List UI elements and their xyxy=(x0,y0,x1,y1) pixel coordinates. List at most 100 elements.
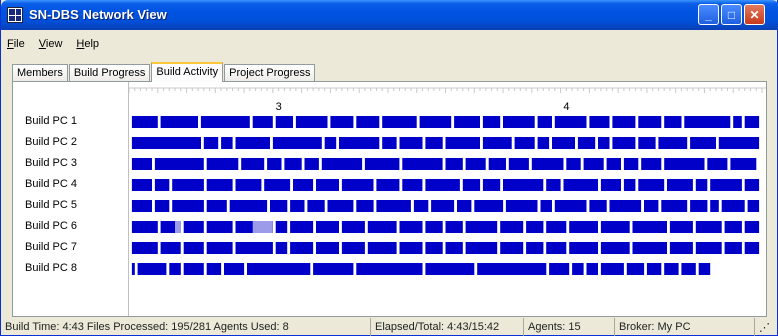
activity-block[interactable] xyxy=(172,179,204,191)
activity-block[interactable] xyxy=(508,158,529,170)
activity-block[interactable] xyxy=(609,200,642,212)
activity-block[interactable] xyxy=(646,263,662,275)
activity-block[interactable] xyxy=(431,200,455,212)
activity-block[interactable] xyxy=(235,137,271,149)
activity-block[interactable] xyxy=(724,242,742,254)
menu-view[interactable]: View xyxy=(37,38,65,54)
activity-block[interactable] xyxy=(224,263,245,275)
activity-block[interactable] xyxy=(154,158,204,170)
activity-block[interactable] xyxy=(445,158,463,170)
activity-block[interactable] xyxy=(324,137,337,149)
activity-block[interactable] xyxy=(710,200,719,212)
activity-block[interactable] xyxy=(707,158,728,170)
activity-block[interactable] xyxy=(169,263,181,275)
highlighted-block[interactable] xyxy=(175,221,181,233)
activity-block[interactable] xyxy=(339,137,380,149)
activity-block[interactable] xyxy=(546,221,567,233)
activity-block[interactable] xyxy=(272,137,322,149)
activity-block[interactable] xyxy=(290,242,314,254)
activity-block[interactable] xyxy=(425,242,443,254)
activity-block[interactable] xyxy=(465,242,498,254)
activity-block[interactable] xyxy=(264,179,291,191)
activity-block[interactable] xyxy=(131,221,158,233)
activity-block[interactable] xyxy=(275,242,288,254)
activity-block[interactable] xyxy=(425,221,443,233)
activity-block[interactable] xyxy=(572,263,584,275)
activity-block[interactable] xyxy=(718,137,760,149)
activity-block[interactable] xyxy=(445,242,463,254)
activity-block[interactable] xyxy=(537,137,550,149)
activity-block[interactable] xyxy=(376,179,400,191)
activity-block[interactable] xyxy=(546,179,561,191)
activity-block[interactable] xyxy=(341,179,374,191)
activity-block[interactable] xyxy=(293,179,314,191)
activity-block[interactable] xyxy=(457,200,472,212)
activity-block[interactable] xyxy=(413,200,429,212)
activity-block[interactable] xyxy=(131,242,158,254)
activity-block[interactable] xyxy=(131,179,152,191)
activity-block[interactable] xyxy=(304,158,319,170)
activity-block[interactable] xyxy=(203,137,219,149)
activity-block[interactable] xyxy=(402,158,443,170)
activity-block[interactable] xyxy=(600,179,621,191)
activity-block[interactable] xyxy=(600,221,630,233)
activity-block[interactable] xyxy=(425,263,475,275)
activity-block[interactable] xyxy=(356,263,423,275)
activity-block[interactable] xyxy=(419,116,452,128)
activity-block[interactable] xyxy=(206,221,233,233)
activity-block[interactable] xyxy=(313,263,354,275)
activity-block[interactable] xyxy=(724,221,742,233)
activity-block[interactable] xyxy=(531,158,564,170)
activity-block[interactable] xyxy=(131,158,152,170)
activity-block[interactable] xyxy=(690,200,708,212)
activity-block[interactable] xyxy=(664,263,679,275)
activity-block[interactable] xyxy=(488,158,506,170)
activity-block[interactable] xyxy=(623,179,636,191)
activity-block[interactable] xyxy=(577,137,596,149)
activity-block[interactable] xyxy=(667,179,693,191)
activity-block[interactable] xyxy=(477,263,547,275)
activity-block[interactable] xyxy=(658,137,688,149)
activity-block[interactable] xyxy=(402,179,423,191)
activity-block[interactable] xyxy=(744,116,760,128)
activity-block[interactable] xyxy=(284,158,302,170)
highlighted-block[interactable] xyxy=(252,221,273,233)
maximize-button[interactable]: □ xyxy=(721,4,742,25)
activity-block[interactable] xyxy=(669,221,693,233)
activity-block[interactable] xyxy=(612,137,636,149)
activity-block[interactable] xyxy=(505,200,538,212)
activity-block[interactable] xyxy=(154,179,170,191)
activity-block[interactable] xyxy=(356,200,374,212)
activity-block[interactable] xyxy=(638,137,656,149)
activity-block[interactable] xyxy=(733,116,742,128)
activity-block[interactable] xyxy=(367,242,397,254)
activity-block[interactable] xyxy=(290,221,314,233)
activity-block[interactable] xyxy=(206,200,227,212)
activity-block[interactable] xyxy=(229,200,268,212)
activity-block[interactable] xyxy=(316,179,339,191)
activity-block[interactable] xyxy=(586,263,599,275)
activity-block[interactable] xyxy=(183,242,204,254)
tab-members[interactable]: Members xyxy=(12,64,68,82)
activity-block[interactable] xyxy=(681,263,696,275)
activity-block[interactable] xyxy=(638,116,662,128)
activity-block[interactable] xyxy=(445,137,481,149)
activity-block[interactable] xyxy=(500,242,524,254)
activity-block[interactable] xyxy=(206,179,233,191)
activity-block[interactable] xyxy=(341,221,365,233)
activity-block[interactable] xyxy=(341,242,365,254)
activity-block[interactable] xyxy=(684,116,731,128)
activity-block[interactable] xyxy=(695,242,722,254)
tab-project-progress[interactable]: Project Progress xyxy=(224,64,316,82)
activity-block[interactable] xyxy=(454,116,480,128)
activity-block[interactable] xyxy=(638,179,665,191)
activity-block[interactable] xyxy=(137,263,167,275)
activity-block[interactable] xyxy=(160,242,181,254)
activity-block[interactable] xyxy=(376,200,411,212)
activity-block[interactable] xyxy=(552,137,575,149)
activity-block[interactable] xyxy=(316,221,339,233)
activity-block[interactable] xyxy=(606,158,621,170)
activity-block[interactable] xyxy=(399,242,423,254)
activity-block[interactable] xyxy=(669,242,693,254)
activity-block[interactable] xyxy=(695,179,708,191)
